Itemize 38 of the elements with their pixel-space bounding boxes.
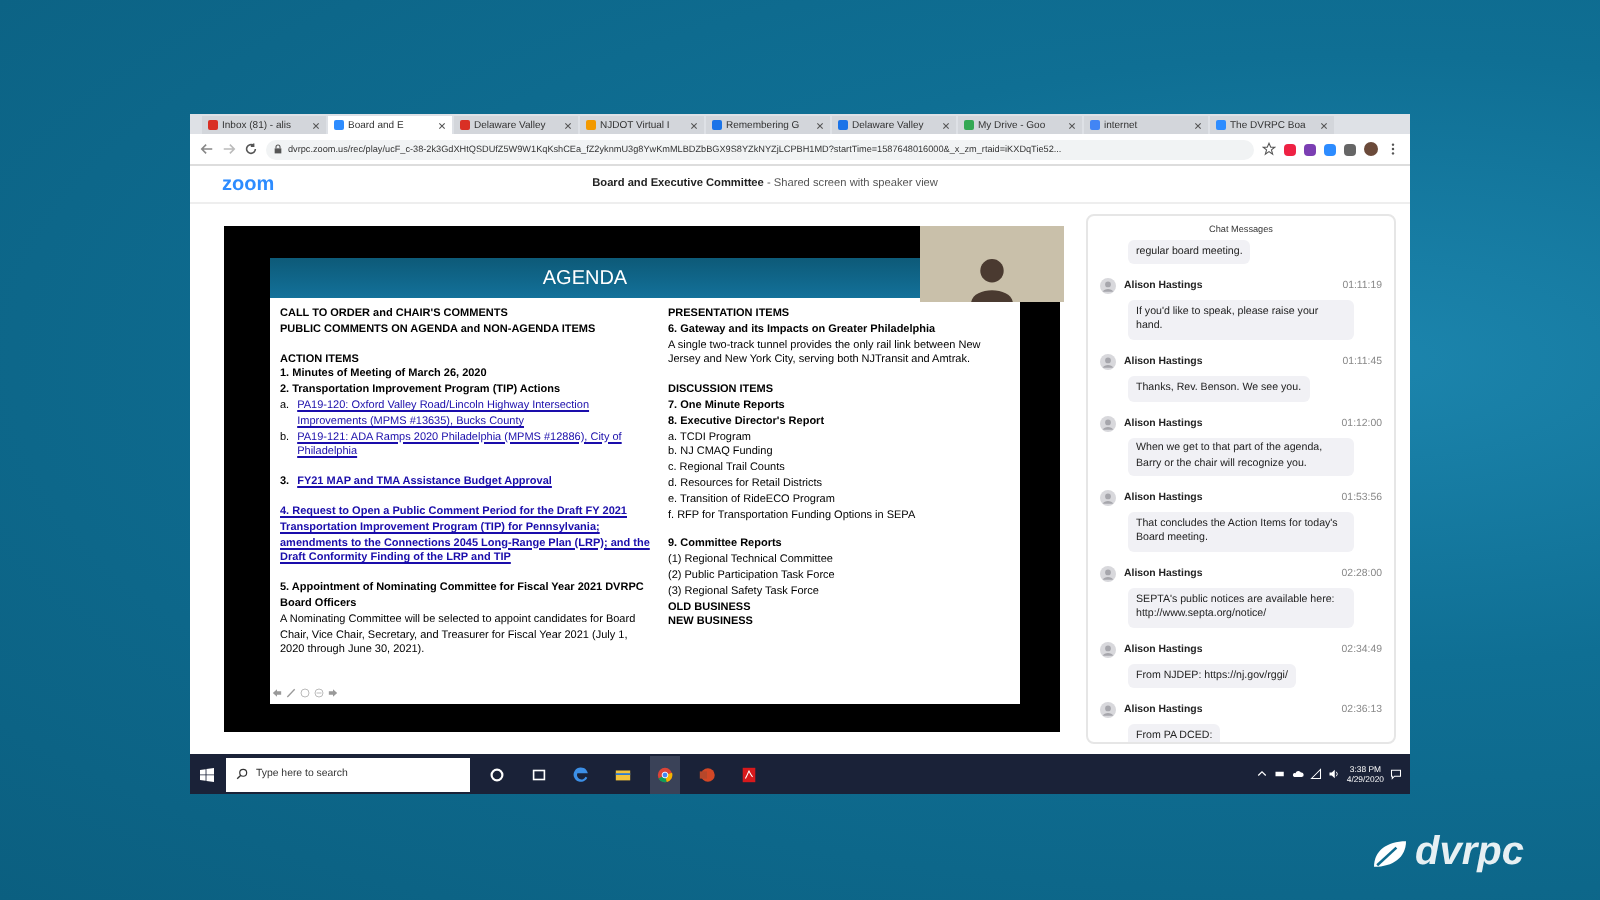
reload-icon[interactable]: [244, 142, 258, 156]
speaker-icon[interactable]: [1328, 768, 1341, 780]
wifi-icon[interactable]: [1310, 768, 1323, 780]
brand-logo: dvrpc: [1415, 830, 1524, 876]
notification-icon[interactable]: [1390, 768, 1402, 780]
pen-icon[interactable]: [286, 688, 296, 698]
close-icon[interactable]: [1194, 121, 1202, 129]
next-icon[interactable]: [328, 688, 338, 698]
zoom-logo: zoom: [222, 173, 275, 195]
close-icon[interactable]: [312, 121, 320, 129]
lock-icon: [274, 144, 282, 154]
close-icon[interactable]: [564, 121, 572, 129]
windows-logo-icon[interactable]: [200, 767, 214, 781]
user-avatar-icon: [1100, 490, 1116, 507]
close-icon[interactable]: [1320, 121, 1328, 129]
close-icon[interactable]: [1068, 121, 1076, 129]
user-avatar-icon: [1100, 415, 1116, 432]
profile-avatar[interactable]: [1364, 142, 1378, 156]
close-icon[interactable]: [942, 121, 950, 129]
menu-icon[interactable]: [1386, 142, 1400, 156]
close-icon[interactable]: [690, 121, 698, 129]
star-icon[interactable]: [1262, 142, 1276, 156]
user-avatar-icon: [1100, 642, 1116, 659]
back-icon[interactable]: [200, 142, 214, 156]
user-avatar-icon: [1100, 278, 1116, 295]
user-avatar-icon: [1100, 702, 1116, 719]
agenda-heading: AGENDA: [542, 267, 628, 289]
close-icon[interactable]: [816, 121, 824, 129]
leaf-logo-icon: [1369, 837, 1410, 869]
user-avatar-icon: [1100, 566, 1116, 583]
cloud-icon[interactable]: [1292, 768, 1305, 780]
user-avatar-icon: [1100, 354, 1116, 371]
search-icon: [236, 768, 248, 780]
battery-icon[interactable]: [1274, 768, 1287, 780]
close-icon[interactable]: [438, 121, 446, 129]
previous-icon[interactable]: [272, 688, 282, 698]
chevron-up-icon[interactable]: [1256, 768, 1269, 780]
chrome-icon[interactable]: [650, 755, 680, 793]
